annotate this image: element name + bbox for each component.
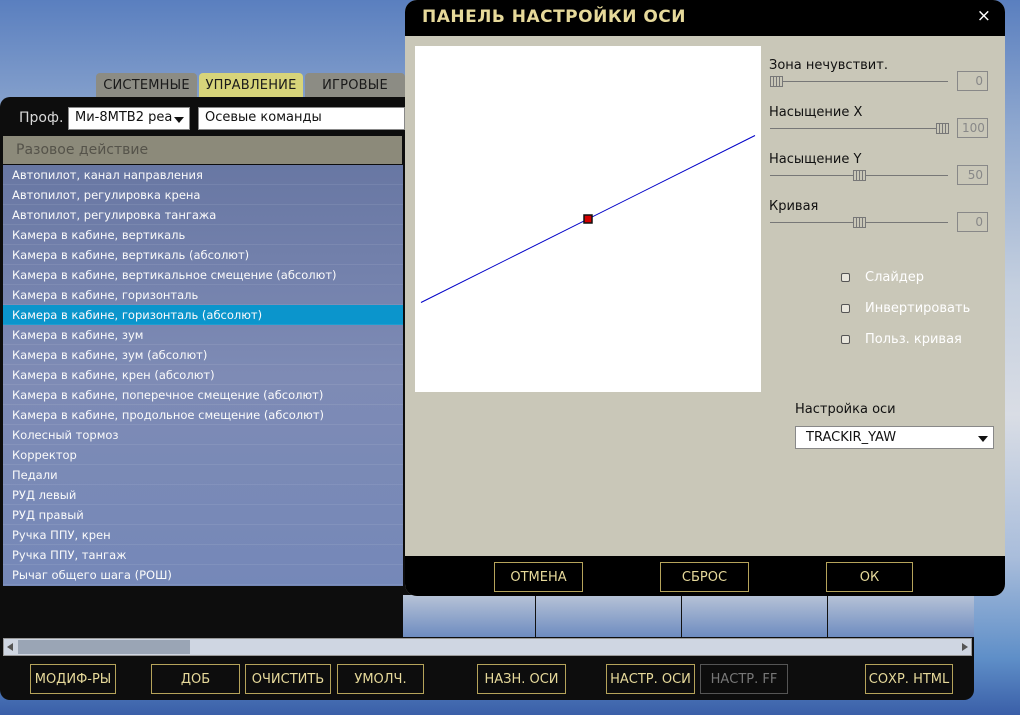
saturation-y-value[interactable]: 50: [957, 165, 988, 185]
add-button[interactable]: ДОБ: [151, 664, 240, 694]
category-select-value: Осевые команды: [205, 110, 322, 125]
scroll-left-icon[interactable]: [7, 643, 13, 651]
axis-curve-plot: [415, 46, 761, 392]
bindings-grid[interactable]: [403, 595, 974, 637]
grid-divider: [681, 595, 682, 637]
list-item[interactable]: Камера в кабине, крен (абсолют): [3, 365, 403, 385]
cancel-button[interactable]: ОТМЕНА: [494, 562, 583, 592]
profile-select-value: Ми-8МТВ2 реа: [75, 110, 173, 125]
saturation-y-slider-thumb[interactable]: [853, 170, 866, 181]
curvature-value[interactable]: 0: [957, 212, 988, 232]
invert-checkbox[interactable]: [841, 304, 850, 313]
category-select[interactable]: Осевые команды: [198, 107, 405, 130]
grid-divider: [827, 595, 828, 637]
horizontal-scrollbar[interactable]: [3, 638, 972, 656]
list-column-header[interactable]: Разовое действие: [3, 136, 402, 164]
deadzone-value[interactable]: 0: [957, 71, 988, 91]
user-curve-checkbox-label: Польз. кривая: [865, 332, 962, 347]
list-item[interactable]: Автопилот, канал направления: [3, 165, 403, 185]
list-item[interactable]: Корректор: [3, 445, 403, 465]
slider-checkbox[interactable]: [841, 273, 850, 282]
list-item[interactable]: Камера в кабине, вертикаль: [3, 225, 403, 245]
list-item[interactable]: Педали: [3, 465, 403, 485]
tab-system[interactable]: СИСТЕМНЫЕ: [96, 73, 197, 97]
list-item[interactable]: Камера в кабине, вертикальное смещение (…: [3, 265, 403, 285]
tab-controls[interactable]: УПРАВЛЕНИЕ: [199, 73, 303, 97]
list-item[interactable]: Камера в кабине, поперечное смещение (аб…: [3, 385, 403, 405]
list-item[interactable]: Ручка ППУ, тангаж: [3, 545, 403, 565]
saturation-x-slider[interactable]: [770, 128, 948, 129]
list-item[interactable]: РУД правый: [3, 505, 403, 525]
ok-button[interactable]: ОК: [826, 562, 913, 592]
axis-setting-select[interactable]: TRACKIR_YAW: [795, 426, 994, 449]
modifiers-button[interactable]: МОДИФ-РЫ: [30, 664, 116, 694]
chevron-down-icon: [174, 117, 184, 123]
saturation-x-value[interactable]: 100: [957, 118, 988, 138]
profile-label: Проф.: [19, 110, 64, 126]
list-item[interactable]: Камера в кабине, горизонталь (абсолют): [3, 305, 403, 325]
saturation-x-slider-thumb[interactable]: [936, 123, 949, 134]
chevron-down-icon: [978, 436, 988, 442]
list-item[interactable]: Автопилот, регулировка тангажа: [3, 205, 403, 225]
axis-curve-svg: [420, 135, 756, 303]
grid-divider: [535, 595, 536, 637]
profile-select[interactable]: Ми-8МТВ2 реа: [68, 107, 190, 130]
list-item[interactable]: Камера в кабине, продольное смещение (аб…: [3, 405, 403, 425]
clear-button[interactable]: ОЧИСТИТЬ: [245, 664, 331, 694]
axis-setting-value: TRACKIR_YAW: [806, 430, 897, 445]
list-item[interactable]: Камера в кабине, зум (абсолют): [3, 345, 403, 365]
action-list[interactable]: Автопилот, канал направления Автопилот, р…: [3, 165, 403, 586]
user-curve-checkbox[interactable]: [841, 335, 850, 344]
assign-axis-button[interactable]: НАЗН. ОСИ: [477, 664, 566, 694]
curvature-slider-thumb[interactable]: [853, 217, 866, 228]
deadzone-slider[interactable]: [770, 81, 948, 82]
axis-tune-dialog: ПАНЕЛЬ НАСТРОЙКИ ОСИ × Зона нечувствит. …: [405, 0, 1005, 596]
axis-setting-label: Настройка оси: [795, 402, 896, 417]
default-button[interactable]: УМОЛЧ.: [337, 664, 424, 694]
invert-checkbox-label: Инвертировать: [865, 301, 971, 316]
tune-axis-button[interactable]: НАСТР. ОСИ: [606, 664, 695, 694]
deadzone-label: Зона нечувствит.: [769, 58, 888, 73]
current-position-marker: [583, 214, 593, 224]
list-item[interactable]: Автопилот, регулировка крена: [3, 185, 403, 205]
list-item[interactable]: Камера в кабине, вертикаль (абсолют): [3, 245, 403, 265]
tune-ff-button: НАСТР. FF: [700, 664, 788, 694]
deadzone-slider-thumb[interactable]: [770, 76, 783, 87]
slider-checkbox-label: Слайдер: [865, 270, 925, 285]
list-item[interactable]: Колесный тормоз: [3, 425, 403, 445]
list-item[interactable]: РУД левый: [3, 485, 403, 505]
tab-game[interactable]: ИГРОВЫЕ: [305, 73, 405, 97]
list-item[interactable]: Ручка ППУ, крен: [3, 525, 403, 545]
close-icon[interactable]: ×: [977, 6, 991, 26]
reset-button[interactable]: СБРОС: [660, 562, 749, 592]
scroll-right-icon[interactable]: [962, 643, 968, 651]
saturation-y-label: Насыщение Y: [769, 152, 862, 167]
dialog-title: ПАНЕЛЬ НАСТРОЙКИ ОСИ: [422, 7, 687, 27]
curvature-label: Кривая: [769, 199, 819, 214]
scrollbar-thumb[interactable]: [18, 640, 190, 654]
list-item[interactable]: Камера в кабине, горизонталь: [3, 285, 403, 305]
saturation-x-label: Насыщение X: [769, 105, 863, 120]
list-item[interactable]: Рычаг общего шага (РОШ): [3, 565, 403, 585]
list-item[interactable]: Камера в кабине, зум: [3, 325, 403, 345]
save-html-button[interactable]: СОХР. HTML: [865, 664, 953, 694]
